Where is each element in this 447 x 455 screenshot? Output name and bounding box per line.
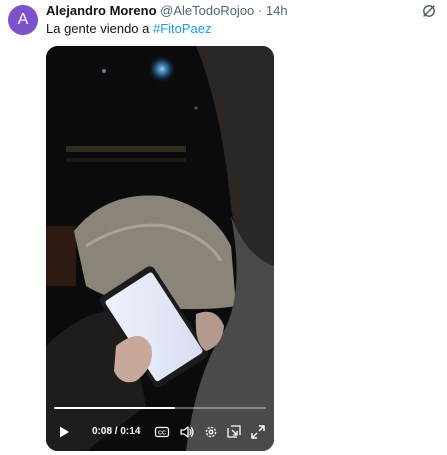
tweet-header: Alejandro Moreno @AleTodoRojoo · 14h xyxy=(46,3,288,18)
tweet-text: La gente viendo a #FitoPaez xyxy=(46,21,212,36)
play-icon[interactable] xyxy=(56,424,72,440)
video-frame xyxy=(46,46,274,451)
header-separator: · xyxy=(257,3,263,18)
duration: 0:14 xyxy=(120,426,141,437)
author-handle[interactable]: @AleTodoRojoo xyxy=(160,3,254,18)
tweet-card[interactable]: A Alejandro Moreno @AleTodoRojoo · 14h L… xyxy=(0,0,447,455)
tweet-text-prefix: La gente viendo a xyxy=(46,21,153,36)
video-time: 0:08 / 0:14 xyxy=(92,426,140,437)
video-player[interactable]: 0:08 / 0:14 CC xyxy=(46,46,274,451)
video-controls: 0:08 / 0:14 CC xyxy=(46,420,274,444)
tweet-time[interactable]: 14h xyxy=(266,3,288,18)
grok-icon[interactable] xyxy=(421,3,437,19)
pip-icon[interactable] xyxy=(226,424,242,440)
video-progress-fill xyxy=(54,407,175,409)
video-progress-bar[interactable] xyxy=(54,407,266,409)
captions-icon[interactable]: CC xyxy=(154,424,170,440)
current-time: 0:08 xyxy=(92,426,113,437)
captions-label: CC xyxy=(158,430,166,436)
hashtag-link[interactable]: #FitoPaez xyxy=(153,21,212,36)
settings-icon[interactable] xyxy=(203,424,219,440)
author-name[interactable]: Alejandro Moreno xyxy=(46,3,157,18)
avatar[interactable]: A xyxy=(8,5,38,35)
fullscreen-icon[interactable] xyxy=(250,424,266,440)
volume-icon[interactable] xyxy=(179,424,195,440)
